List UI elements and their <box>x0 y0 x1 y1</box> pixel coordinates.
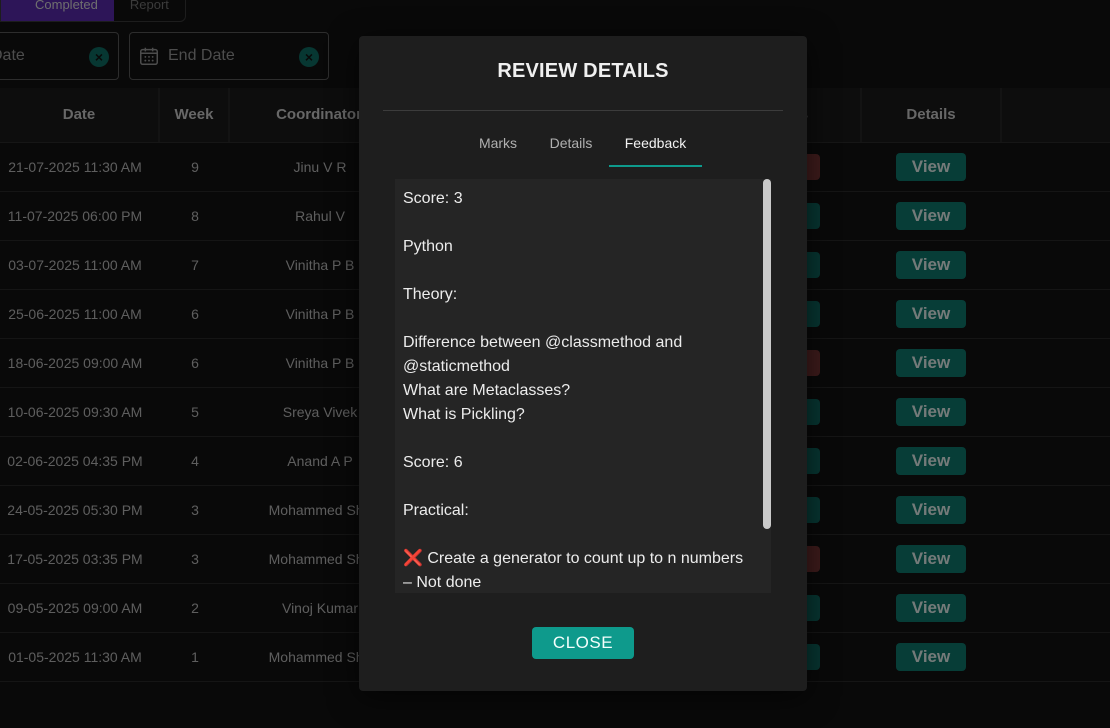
modal-title: REVIEW DETAILS <box>497 60 669 82</box>
feedback-panel[interactable]: Score: 3 Python Theory: Difference betwe… <box>395 179 771 593</box>
review-details-modal: REVIEW DETAILS Marks Details Feedback Sc… <box>359 36 807 691</box>
close-button[interactable]: CLOSE <box>532 627 634 659</box>
tab-details[interactable]: Details <box>543 122 599 165</box>
modal-tabs: Marks Details Feedback <box>359 122 807 167</box>
feedback-scrollbar[interactable] <box>763 179 771 593</box>
scrollbar-thumb[interactable] <box>763 179 771 529</box>
feedback-text: Score: 3 Python Theory: Difference betwe… <box>403 190 744 591</box>
tab-feedback[interactable]: Feedback <box>609 122 702 167</box>
modal-divider <box>383 110 783 111</box>
tab-marks[interactable]: Marks <box>473 122 523 165</box>
